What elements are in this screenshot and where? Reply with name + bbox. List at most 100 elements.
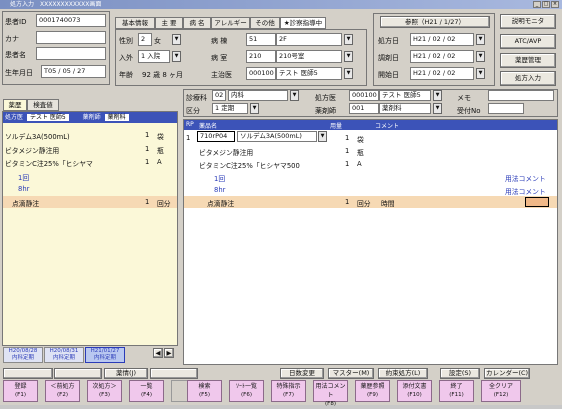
prescriber-code-field[interactable]: 000100	[349, 90, 379, 101]
prescription-date-calendar-icon[interactable]: ▼	[476, 34, 485, 45]
attending-dropdown-icon[interactable]: ▼	[344, 68, 353, 79]
dispensing-date-field[interactable]: H21 / 02 / 02	[410, 50, 474, 63]
drug-info-button[interactable]: 薬情(J)	[104, 368, 148, 379]
f11-exit-button[interactable]: 終了 (F11)	[439, 380, 474, 402]
toolbar-button-blank[interactable]	[3, 368, 53, 379]
memo-field[interactable]	[488, 90, 554, 101]
toolbar-button-blank[interactable]	[54, 368, 102, 379]
tab-consultation[interactable]: ★診察指導中	[280, 17, 326, 29]
close-button[interactable]: ×	[551, 1, 559, 8]
history-date-tab-selected[interactable]: H21/01/27 内科定期	[85, 347, 125, 363]
tab-disease[interactable]: 病 名	[183, 17, 211, 29]
scroll-right-icon[interactable]: ▶	[164, 348, 174, 358]
history-date-tab[interactable]: H20/08/28 内科定期	[3, 347, 43, 363]
f2-prev-button[interactable]: ＜前処方 (F2)	[45, 380, 80, 402]
f7-special-instruction-button[interactable]: 特殊指示 (F7)	[271, 380, 306, 402]
kana-field[interactable]	[36, 31, 106, 44]
tab-basic-info[interactable]: 基本情報	[115, 17, 155, 29]
grid-drug-name[interactable]: ビタミンC注25%「ヒシヤマ500	[199, 160, 300, 170]
f4-list-button[interactable]: 一覧 (F4)	[129, 380, 164, 402]
reference-button[interactable]: 参照（H21 / 1/27）	[380, 16, 490, 28]
history-item[interactable]: 8hr	[18, 185, 29, 193]
attending-code-field[interactable]: 000100	[246, 67, 276, 80]
pharmacist-name-field[interactable]: 薬剤科	[379, 103, 431, 114]
f5-search-button[interactable]: 検索 (F5)	[187, 380, 222, 402]
drug-name-input[interactable]: ソルデム3A(500mL)	[237, 131, 317, 142]
room-label: 病 室	[211, 54, 228, 62]
prescription-input-button[interactable]: 処方入力	[500, 71, 556, 86]
start-date-field[interactable]: H21 / 02 / 02	[410, 67, 474, 80]
prescriber-dropdown-icon[interactable]: ▼	[433, 90, 442, 101]
attending-name-field[interactable]: テスト 医師5	[276, 67, 342, 80]
history-item[interactable]: ビタミンC注25%「ヒシヤマ	[5, 158, 93, 168]
f1-register-button[interactable]: 登録 (F1)	[3, 380, 38, 402]
preset-prescription-button[interactable]: 約束処方(L)	[378, 368, 428, 379]
settings-button[interactable]: 設定(S)	[440, 368, 480, 379]
change-days-button[interactable]: 日数変更	[280, 368, 324, 379]
calendar-button[interactable]: カレンダー(C)	[484, 368, 530, 379]
history-item[interactable]: ソルデム3A(500mL)	[5, 131, 70, 141]
patient-id-field[interactable]: 0001740073	[36, 14, 106, 27]
tab-allergy[interactable]: アレルギー	[211, 17, 250, 29]
grid-drug-name[interactable]: ビタメジン静注用	[199, 147, 253, 157]
sex-code-field[interactable]: 2	[138, 33, 152, 46]
f9-drug-history-button[interactable]: 薬歴参照 (F9)	[355, 380, 390, 402]
drug-code-input[interactable]: 710rP04	[197, 131, 235, 142]
department-name-field[interactable]: 内科	[228, 90, 288, 101]
history-item-unit: 回分	[157, 200, 171, 208]
minimize-button[interactable]: _	[533, 1, 541, 8]
f3-next-button[interactable]: 次処方＞ (F3)	[87, 380, 122, 402]
history-item[interactable]: ビタメジン静注用	[5, 145, 59, 155]
tab-main[interactable]: 主 要	[155, 17, 183, 29]
patient-name-field[interactable]	[36, 47, 106, 60]
admission-dropdown-icon[interactable]: ▼	[172, 51, 181, 62]
pharmacist-dropdown-icon[interactable]: ▼	[433, 103, 442, 114]
tab-other[interactable]: その他	[250, 17, 280, 29]
ward-name-field[interactable]: 2F	[276, 33, 342, 46]
admission-field[interactable]: 1 入院	[138, 50, 170, 63]
grid-usage[interactable]: 8hr	[214, 186, 225, 194]
kana-label: カナ	[5, 35, 19, 43]
room-code-field[interactable]: 210	[246, 50, 276, 63]
f4-key: (F4)	[141, 392, 152, 398]
department-code-field[interactable]: 02	[212, 90, 226, 101]
master-button[interactable]: マスター(M)	[328, 368, 374, 379]
toolbar-button-blank[interactable]	[150, 368, 198, 379]
prescriber-name-field[interactable]: テスト 医師5	[379, 90, 431, 101]
department-dropdown-icon[interactable]: ▼	[290, 90, 299, 101]
ward-code-field[interactable]: 51	[246, 33, 276, 46]
history-date-tab[interactable]: H20/08/31 内科定期	[44, 347, 84, 363]
room-dropdown-icon[interactable]: ▼	[344, 51, 353, 62]
grid-comment-cell[interactable]	[525, 197, 549, 207]
sex-dropdown-icon[interactable]: ▼	[172, 34, 181, 45]
tab-drug-history[interactable]: 薬歴	[3, 99, 27, 111]
drug-dropdown-icon[interactable]: ▼	[318, 131, 327, 142]
atc-avp-button[interactable]: ATC/AVP	[500, 34, 556, 49]
f10-package-insert-button[interactable]: 添付文書 (F10)	[397, 380, 432, 402]
reception-no-field[interactable]	[488, 103, 524, 114]
start-date-calendar-icon[interactable]: ▼	[476, 68, 485, 79]
grid-route: 点滴静注	[207, 200, 235, 208]
f10-key: (F10)	[407, 392, 422, 398]
history-item[interactable]: 1回	[18, 172, 29, 182]
tab-lab-values[interactable]: 検査値	[27, 99, 59, 111]
maximize-button[interactable]: □	[542, 1, 550, 8]
grid-usage[interactable]: 1回	[214, 173, 225, 183]
category-dropdown-icon[interactable]: ▼	[250, 103, 259, 114]
f8-usage-comment-button[interactable]: 用法コメント (F8)	[313, 380, 348, 407]
dispensing-date-calendar-icon[interactable]: ▼	[476, 51, 485, 62]
room-name-field[interactable]: 210号室	[276, 50, 342, 63]
dob-field[interactable]: T05 / 05 / 27	[41, 65, 106, 78]
grid-unit: 袋	[357, 136, 364, 144]
f12-clear-all-button[interactable]: 全クリア (F12)	[481, 380, 521, 402]
prescription-date-field[interactable]: H21 / 02 / 02	[410, 33, 474, 46]
ward-dropdown-icon[interactable]: ▼	[344, 34, 353, 45]
drug-history-button[interactable]: 薬歴管理	[500, 53, 556, 68]
scroll-left-icon[interactable]: ◀	[153, 348, 163, 358]
grid-header-dose: 用量	[330, 123, 343, 130]
pharmacist-code-field[interactable]: 001	[349, 103, 379, 114]
memo-label: メモ	[457, 94, 471, 102]
f6-sort-list-button[interactable]: ｿｰﾄ一覧 (F6)	[229, 380, 264, 402]
category-field[interactable]: 1 定期	[212, 103, 248, 114]
explain-monitor-button[interactable]: 説明モニタ	[500, 14, 556, 29]
